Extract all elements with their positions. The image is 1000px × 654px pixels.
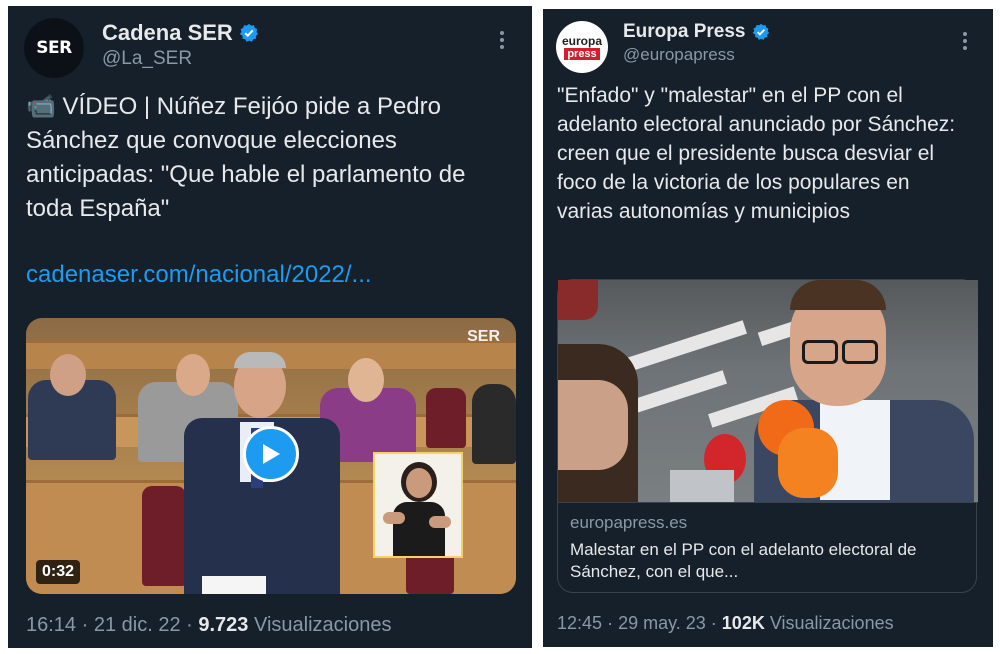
- link-card-info[interactable]: europapress.es Malestar en el PP con el …: [558, 502, 978, 595]
- link-card-title: Malestar en el PP con el adelanto electo…: [570, 540, 917, 581]
- link-card[interactable]: europapress.es Malestar en el PP con el …: [557, 279, 978, 595]
- video-duration: 0:32: [36, 560, 81, 584]
- handle[interactable]: @europapress: [623, 45, 735, 65]
- verified-badge-icon: [752, 23, 770, 41]
- play-icon: [263, 444, 280, 464]
- display-name[interactable]: Cadena SER: [102, 20, 259, 46]
- display-name-text: Europa Press: [623, 21, 746, 42]
- tweet-text: 📹 VÍDEO | Núñez Feijóo pide a Pedro Sánc…: [26, 93, 466, 222]
- display-name-text: Cadena SER: [102, 20, 233, 45]
- avatar[interactable]: SER: [24, 18, 84, 78]
- verified-badge-icon: [239, 23, 259, 43]
- play-button[interactable]: [243, 426, 299, 482]
- tweet-date[interactable]: 29 may. 23: [618, 613, 706, 633]
- views-count: 9.723: [198, 614, 249, 636]
- tweet-card-cadena-ser[interactable]: SER Cadena SER @La_SER 📹 VÍDEO | Núñez F…: [8, 6, 532, 648]
- tweet-time[interactable]: 12:45: [557, 613, 602, 633]
- avatar[interactable]: europa press: [556, 21, 608, 73]
- avatar-text-bottom: press: [564, 47, 600, 60]
- video-player[interactable]: SER 0:32: [26, 318, 516, 594]
- tweet-time[interactable]: 16:14: [26, 614, 76, 636]
- tweet-text: "Enfado" y "malestar" en el PP con el ad…: [557, 84, 956, 223]
- avatar-text-top: europa: [561, 33, 602, 48]
- views-label: Visualizaciones: [253, 614, 392, 636]
- more-options-icon[interactable]: [500, 28, 504, 52]
- tweet-date[interactable]: 21 dic. 22: [94, 614, 181, 636]
- display-name[interactable]: Europa Press: [623, 21, 770, 43]
- handle[interactable]: @La_SER: [102, 48, 192, 70]
- tweet-meta: 12:45 · 29 may. 23 · 102K Visualizacione…: [557, 613, 894, 633]
- views-label: Visualizaciones: [769, 613, 894, 633]
- views-count: 102K: [721, 613, 765, 633]
- tweet-link[interactable]: cadenaser.com/nacional/2022/...: [26, 261, 372, 289]
- tweet-card-europa-press[interactable]: europa press Europa Press @europapress "…: [543, 9, 993, 647]
- avatar-text: SER: [36, 38, 72, 58]
- link-card-image: [558, 280, 978, 502]
- tweet-meta: 16:14 · 21 dic. 22 · 9.723 Visualizacion…: [26, 614, 392, 636]
- video-watermark: SER: [467, 328, 500, 345]
- link-card-domain: europapress.es: [570, 513, 688, 532]
- sign-language-inset: [373, 452, 463, 558]
- more-options-icon[interactable]: [963, 29, 967, 53]
